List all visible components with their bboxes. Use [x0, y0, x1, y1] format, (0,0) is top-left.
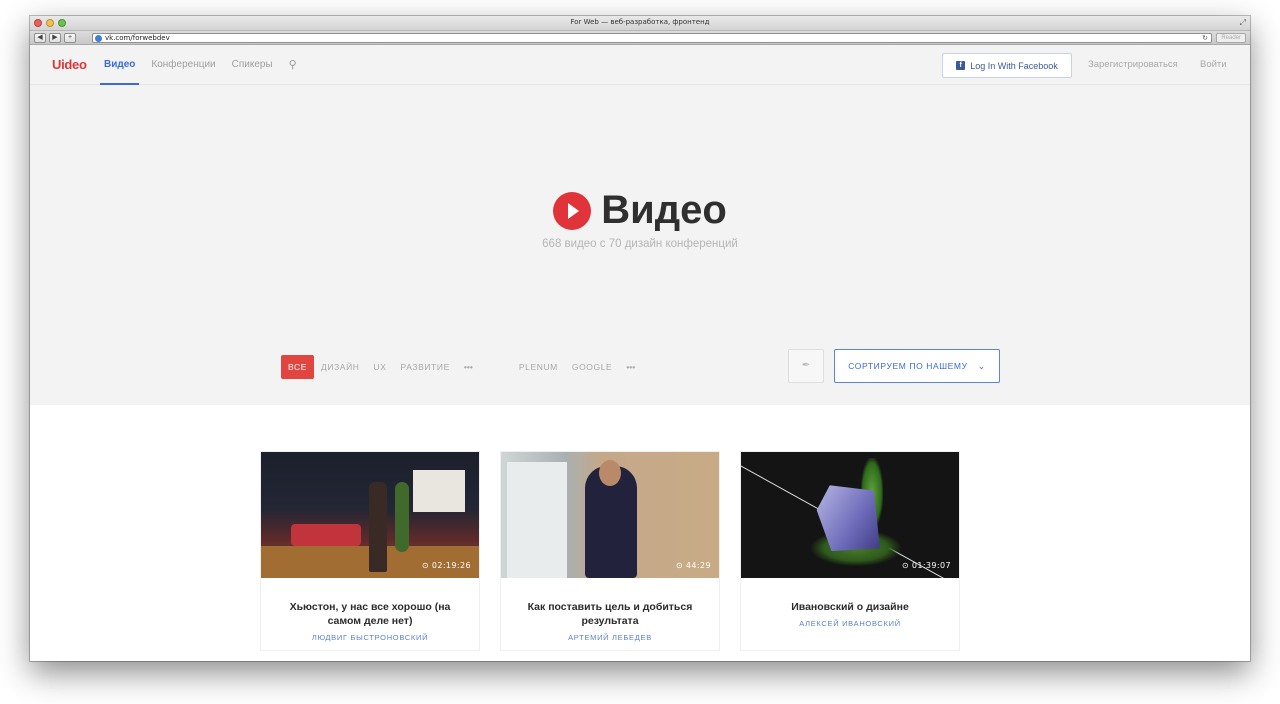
reader-button[interactable]: Reader: [1216, 33, 1246, 43]
video-title[interactable]: Ивановский о дизайне: [741, 600, 959, 614]
video-card[interactable]: ⊙ 01:39:07 Ивановский о дизайне АЛЕКСЕЙ …: [740, 451, 960, 651]
login-link[interactable]: Войти: [1200, 45, 1227, 85]
video-card[interactable]: ⊙ 02:19:26 Хьюстон, у нас все хорошо (на…: [260, 451, 480, 651]
filter-plenum[interactable]: PLENUM: [512, 355, 565, 379]
hero-section: Видео 668 видео с 70 дизайн конференций …: [30, 85, 1250, 405]
filter-design[interactable]: ДИЗАЙН: [314, 355, 367, 379]
video-duration: ⊙ 02:19:26: [421, 561, 471, 570]
address-bar[interactable]: vk.com/forwebdev ↻: [92, 33, 1212, 43]
filter-google[interactable]: GOOGLE: [565, 355, 619, 379]
reload-icon[interactable]: ↻: [1202, 34, 1208, 43]
filter-all[interactable]: ВСЕ: [281, 355, 314, 379]
globe-icon: [95, 35, 102, 42]
sort-label: СОРТИРУЕМ ПО НАШЕМУ: [848, 361, 968, 371]
chevron-down-icon: ⌄: [977, 360, 986, 371]
thumbnail-door: [507, 462, 567, 578]
video-card[interactable]: ⊙ 44:29 Как поставить цель и добиться ре…: [500, 451, 720, 651]
fullscreen-icon[interactable]: ⤢: [1240, 18, 1246, 28]
video-grid: ⊙ 02:19:26 Хьюстон, у нас все хорошо (на…: [260, 451, 960, 651]
video-author[interactable]: АРТЕМИЙ ЛЕБЕДЕВ: [501, 633, 719, 642]
video-title[interactable]: Как поставить цель и добиться результата: [501, 600, 719, 628]
add-bookmark-button[interactable]: +: [64, 33, 76, 43]
filter-development[interactable]: РАЗВИТИЕ: [394, 355, 457, 379]
sort-dropdown[interactable]: СОРТИРУЕМ ПО НАШЕМУ ⌄: [834, 349, 1000, 383]
video-author[interactable]: ЛЮДВИГ БЫСТРОНОВСКИЙ: [261, 633, 479, 642]
pin-button[interactable]: ✒: [788, 349, 824, 383]
search-icon[interactable]: ⚲: [289, 45, 297, 85]
nav-link-speakers[interactable]: Спикеры: [232, 45, 273, 85]
forward-button[interactable]: ▶: [49, 33, 61, 43]
register-link[interactable]: Зарегистрироваться: [1088, 45, 1178, 85]
site-header: Uideo Видео Конференции Спикеры ⚲ f Log …: [30, 45, 1250, 85]
page-subtitle: 668 видео с 70 дизайн конференций: [542, 238, 738, 250]
filter-more-categories[interactable]: •••: [457, 355, 480, 379]
video-thumbnail[interactable]: ⊙ 01:39:07: [741, 452, 959, 578]
browser-toolbar: ◀ ▶ + vk.com/forwebdev ↻ Reader: [30, 31, 1250, 45]
window-title: For Web — веб-разработка, фронтенд: [570, 18, 710, 26]
video-thumbnail[interactable]: ⊙ 44:29: [501, 452, 719, 578]
filter-ux[interactable]: UX: [367, 355, 394, 379]
main-nav: Видео Конференции Спикеры ⚲: [99, 45, 297, 85]
page-title: Видео: [601, 188, 727, 232]
facebook-login-label: Log In With Facebook: [970, 60, 1058, 71]
hero-heading: Видео: [30, 188, 1250, 233]
facebook-icon: f: [956, 61, 966, 70]
play-icon: [553, 191, 592, 230]
address-text: vk.com/forwebdev: [105, 34, 170, 42]
thumbnail-speaker-head: [599, 460, 621, 486]
browser-nav-buttons: ◀ ▶ +: [34, 33, 76, 43]
video-duration: ⊙ 01:39:07: [901, 561, 951, 570]
nav-link-conferences[interactable]: Конференции: [151, 45, 215, 85]
site-logo[interactable]: Uideo: [52, 57, 87, 72]
pin-icon: ✒: [801, 360, 811, 371]
thumbnail-sofa: [291, 524, 361, 546]
thumbnail-plant: [395, 482, 409, 552]
facebook-login-button[interactable]: f Log In With Facebook: [942, 53, 1072, 78]
thumbnail-speaker: [369, 482, 387, 572]
filter-more-sources[interactable]: •••: [619, 355, 642, 379]
video-title[interactable]: Хьюстон, у нас все хорошо (на самом деле…: [261, 600, 479, 628]
thumbnail-screen: [413, 470, 465, 512]
nav-link-videos[interactable]: Видео: [99, 45, 140, 85]
filter-bar: ВСЕ ДИЗАЙН UX РАЗВИТИЕ ••• PLENUM GOOGLE…: [281, 355, 642, 379]
video-duration: ⊙ 44:29: [675, 561, 711, 570]
video-thumbnail[interactable]: ⊙ 02:19:26: [261, 452, 479, 578]
back-button[interactable]: ◀: [34, 33, 46, 43]
window-titlebar: For Web — веб-разработка, фронтенд ⤢: [30, 16, 1250, 31]
video-author[interactable]: АЛЕКСЕЙ ИВАНОВСКИЙ: [741, 619, 959, 628]
